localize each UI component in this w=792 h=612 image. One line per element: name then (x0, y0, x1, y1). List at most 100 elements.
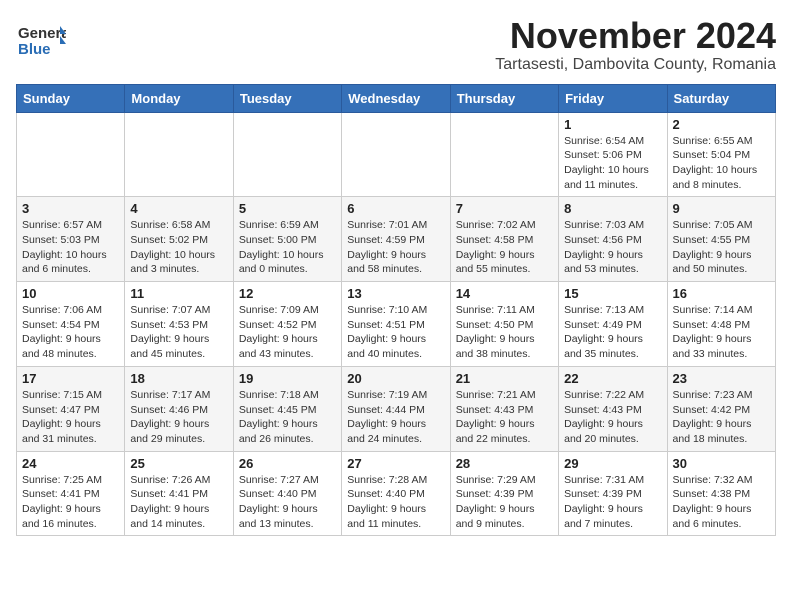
day-info: Sunrise: 7:03 AMSunset: 4:56 PMDaylight:… (564, 218, 661, 277)
page-header: General Blue November 2024 Tartasesti, D… (16, 16, 776, 74)
day-info: Sunrise: 7:05 AMSunset: 4:55 PMDaylight:… (673, 218, 770, 277)
day-number: 9 (673, 201, 770, 216)
day-of-week-header: Sunday (17, 84, 125, 112)
day-number: 18 (130, 371, 227, 386)
day-number: 3 (22, 201, 119, 216)
title-area: November 2024 Tartasesti, Dambovita Coun… (495, 16, 776, 74)
calendar-day-cell: 11 Sunrise: 7:07 AMSunset: 4:53 PMDayligh… (125, 282, 233, 367)
day-number: 11 (130, 286, 227, 301)
day-info: Sunrise: 7:01 AMSunset: 4:59 PMDaylight:… (347, 218, 444, 277)
calendar-day-cell: 22 Sunrise: 7:22 AMSunset: 4:43 PMDayligh… (559, 366, 667, 451)
day-info: Sunrise: 7:32 AMSunset: 4:38 PMDaylight:… (673, 473, 770, 532)
day-number: 8 (564, 201, 661, 216)
logo: General Blue (16, 16, 68, 66)
calendar-day-cell: 17Sunrise: 7:15 AMSunset: 4:47 PMDayligh… (17, 366, 125, 451)
calendar-week-row: 1Sunrise: 6:54 AMSunset: 5:06 PMDaylight… (17, 112, 776, 197)
day-number: 23 (673, 371, 770, 386)
calendar-day-cell: 4 Sunrise: 6:58 AMSunset: 5:02 PMDaylight… (125, 197, 233, 282)
day-info: Sunrise: 7:28 AMSunset: 4:40 PMDaylight:… (347, 473, 444, 532)
svg-text:General: General (18, 25, 66, 42)
day-number: 5 (239, 201, 336, 216)
day-info: Sunrise: 7:31 AMSunset: 4:39 PMDaylight:… (564, 473, 661, 532)
day-number: 15 (564, 286, 661, 301)
day-info: Sunrise: 7:11 AMSunset: 4:50 PMDaylight:… (456, 303, 553, 362)
day-info: Sunrise: 7:19 AMSunset: 4:44 PMDaylight:… (347, 388, 444, 447)
calendar-day-cell: 8 Sunrise: 7:03 AMSunset: 4:56 PMDaylight… (559, 197, 667, 282)
day-of-week-header: Friday (559, 84, 667, 112)
day-info: Sunrise: 7:21 AMSunset: 4:43 PMDaylight:… (456, 388, 553, 447)
calendar-day-cell: 29 Sunrise: 7:31 AMSunset: 4:39 PMDayligh… (559, 451, 667, 536)
calendar-day-cell: 18Sunrise: 7:17 AMSunset: 4:46 PMDayligh… (125, 366, 233, 451)
day-number: 22 (564, 371, 661, 386)
calendar-day-cell: 9 Sunrise: 7:05 AMSunset: 4:55 PMDaylight… (667, 197, 775, 282)
day-number: 12 (239, 286, 336, 301)
day-of-week-header: Tuesday (233, 84, 341, 112)
day-number: 16 (673, 286, 770, 301)
calendar-day-cell: 26Sunrise: 7:27 AMSunset: 4:40 PMDayligh… (233, 451, 341, 536)
calendar-day-cell: 24Sunrise: 7:25 AMSunset: 4:41 PMDayligh… (17, 451, 125, 536)
day-number: 6 (347, 201, 444, 216)
day-of-week-header: Saturday (667, 84, 775, 112)
day-number: 25 (130, 456, 227, 471)
calendar-day-cell: 10 Sunrise: 7:06 AMSunset: 4:54 PMDayligh… (17, 282, 125, 367)
calendar-header-row: SundayMondayTuesdayWednesdayThursdayFrid… (17, 84, 776, 112)
calendar-day-cell (125, 112, 233, 197)
calendar-day-cell: 28 Sunrise: 7:29 AMSunset: 4:39 PMDayligh… (450, 451, 558, 536)
day-number: 28 (456, 456, 553, 471)
calendar-day-cell: 30Sunrise: 7:32 AMSunset: 4:38 PMDayligh… (667, 451, 775, 536)
svg-text:Blue: Blue (18, 41, 51, 58)
calendar-day-cell (17, 112, 125, 197)
calendar-day-cell (233, 112, 341, 197)
day-info: Sunrise: 7:09 AMSunset: 4:52 PMDaylight:… (239, 303, 336, 362)
day-info: Sunrise: 7:18 AMSunset: 4:45 PMDaylight:… (239, 388, 336, 447)
calendar-day-cell: 20 Sunrise: 7:19 AMSunset: 4:44 PMDayligh… (342, 366, 450, 451)
day-number: 17 (22, 371, 119, 386)
day-number: 29 (564, 456, 661, 471)
calendar-day-cell: 12 Sunrise: 7:09 AMSunset: 4:52 PMDayligh… (233, 282, 341, 367)
calendar-day-cell: 3Sunrise: 6:57 AMSunset: 5:03 PMDaylight… (17, 197, 125, 282)
day-of-week-header: Wednesday (342, 84, 450, 112)
calendar-week-row: 24Sunrise: 7:25 AMSunset: 4:41 PMDayligh… (17, 451, 776, 536)
day-info: Sunrise: 6:59 AMSunset: 5:00 PMDaylight:… (239, 218, 336, 277)
calendar-day-cell: 13 Sunrise: 7:10 AMSunset: 4:51 PMDayligh… (342, 282, 450, 367)
day-number: 20 (347, 371, 444, 386)
day-info: Sunrise: 7:22 AMSunset: 4:43 PMDaylight:… (564, 388, 661, 447)
calendar-day-cell: 1Sunrise: 6:54 AMSunset: 5:06 PMDaylight… (559, 112, 667, 197)
day-number: 10 (22, 286, 119, 301)
calendar-day-cell: 21 Sunrise: 7:21 AMSunset: 4:43 PMDayligh… (450, 366, 558, 451)
calendar-day-cell: 27 Sunrise: 7:28 AMSunset: 4:40 PMDayligh… (342, 451, 450, 536)
day-number: 26 (239, 456, 336, 471)
day-number: 13 (347, 286, 444, 301)
day-number: 27 (347, 456, 444, 471)
day-number: 7 (456, 201, 553, 216)
calendar-day-cell: 16 Sunrise: 7:14 AMSunset: 4:48 PMDayligh… (667, 282, 775, 367)
day-number: 4 (130, 201, 227, 216)
day-info: Sunrise: 7:10 AMSunset: 4:51 PMDaylight:… (347, 303, 444, 362)
day-info: Sunrise: 7:29 AMSunset: 4:39 PMDaylight:… (456, 473, 553, 532)
day-number: 14 (456, 286, 553, 301)
day-info: Sunrise: 7:13 AMSunset: 4:49 PMDaylight:… (564, 303, 661, 362)
day-number: 24 (22, 456, 119, 471)
calendar-day-cell (342, 112, 450, 197)
day-number: 19 (239, 371, 336, 386)
calendar-day-cell: 19 Sunrise: 7:18 AMSunset: 4:45 PMDayligh… (233, 366, 341, 451)
calendar-day-cell: 6 Sunrise: 7:01 AMSunset: 4:59 PMDaylight… (342, 197, 450, 282)
day-info: Sunrise: 7:23 AMSunset: 4:42 PMDaylight:… (673, 388, 770, 447)
day-number: 2 (673, 117, 770, 132)
month-title: November 2024 (495, 16, 776, 56)
day-info: Sunrise: 7:07 AMSunset: 4:53 PMDaylight:… (130, 303, 227, 362)
calendar-day-cell: 15 Sunrise: 7:13 AMSunset: 4:49 PMDayligh… (559, 282, 667, 367)
day-info: Sunrise: 7:26 AMSunset: 4:41 PMDaylight:… (130, 473, 227, 532)
calendar-day-cell (450, 112, 558, 197)
calendar-day-cell: 14 Sunrise: 7:11 AMSunset: 4:50 PMDayligh… (450, 282, 558, 367)
day-of-week-header: Monday (125, 84, 233, 112)
day-number: 21 (456, 371, 553, 386)
calendar-week-row: 3Sunrise: 6:57 AMSunset: 5:03 PMDaylight… (17, 197, 776, 282)
day-info: Sunrise: 7:06 AMSunset: 4:54 PMDaylight:… (22, 303, 119, 362)
calendar-day-cell: 7Sunrise: 7:02 AMSunset: 4:58 PMDaylight… (450, 197, 558, 282)
day-info: Sunrise: 6:58 AMSunset: 5:02 PMDaylight:… (130, 218, 227, 277)
calendar-week-row: 17Sunrise: 7:15 AMSunset: 4:47 PMDayligh… (17, 366, 776, 451)
day-info: Sunrise: 7:14 AMSunset: 4:48 PMDaylight:… (673, 303, 770, 362)
day-of-week-header: Thursday (450, 84, 558, 112)
day-info: Sunrise: 6:54 AMSunset: 5:06 PMDaylight:… (564, 134, 661, 193)
